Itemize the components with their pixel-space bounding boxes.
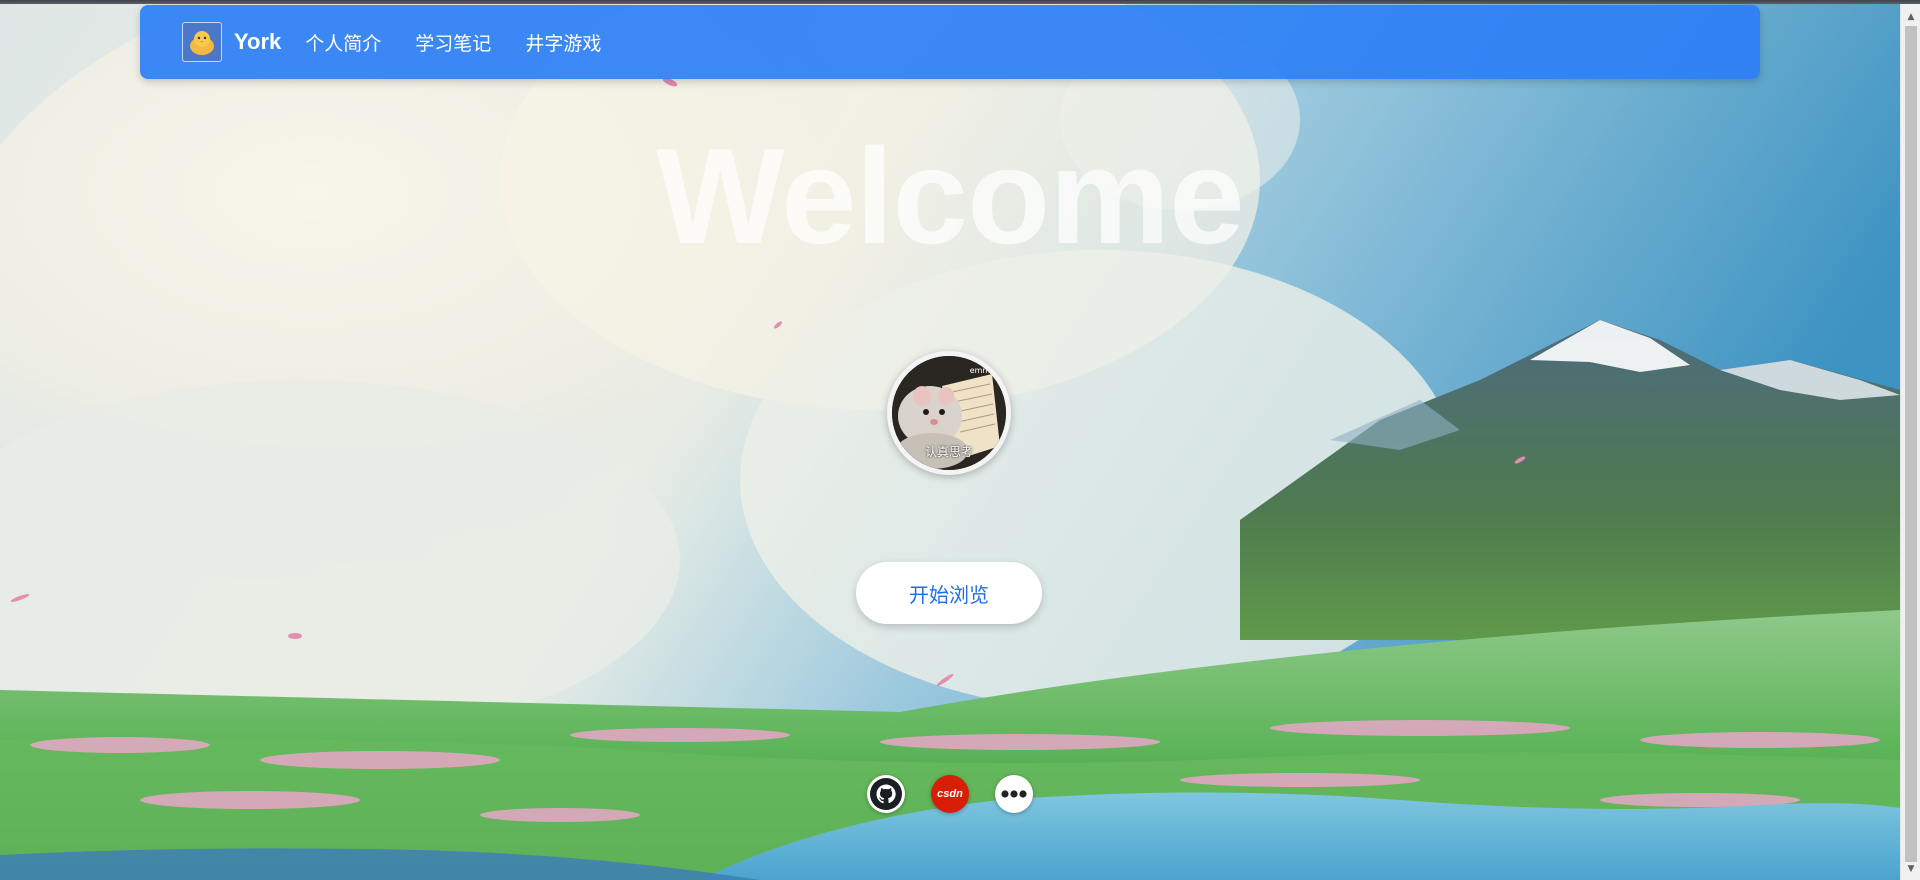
avatar-corner-text: emmm	[969, 366, 998, 375]
window-top-edge	[0, 0, 1920, 4]
top-navbar: York 个人简介 学习笔记 井字游戏	[140, 5, 1760, 79]
avatar-image: emmm 认真思考	[892, 356, 1006, 470]
nav-item-profile[interactable]: 个人简介	[305, 29, 381, 56]
brand-name: York	[234, 29, 282, 54]
social-links: csdn	[0, 775, 1900, 813]
scroll-up-arrow-icon[interactable]: ▲	[1901, 8, 1920, 26]
csdn-label: csdn	[937, 788, 963, 800]
avatar: emmm 认真思考	[887, 351, 1011, 475]
hero-title: Welcome	[656, 120, 1245, 272]
nav-item-notes[interactable]: 学习笔记	[415, 29, 491, 56]
vertical-scrollbar[interactable]: ▲ ▼	[1900, 0, 1920, 880]
scroll-down-arrow-icon[interactable]: ▼	[1901, 860, 1920, 878]
brand[interactable]: York	[182, 22, 281, 62]
chick-logo-icon	[182, 22, 222, 62]
scrollbar-thumb[interactable]	[1905, 26, 1917, 862]
more-icon[interactable]	[995, 775, 1033, 813]
nav-links: 个人简介 学习笔记 井字游戏	[305, 29, 635, 56]
nav-item-tictactoe[interactable]: 井字游戏	[525, 29, 601, 56]
avatar-caption: 认真思考	[924, 445, 973, 459]
start-browsing-button[interactable]: 开始浏览	[856, 562, 1042, 624]
github-icon[interactable]	[867, 775, 905, 813]
csdn-icon[interactable]: csdn	[931, 775, 969, 813]
